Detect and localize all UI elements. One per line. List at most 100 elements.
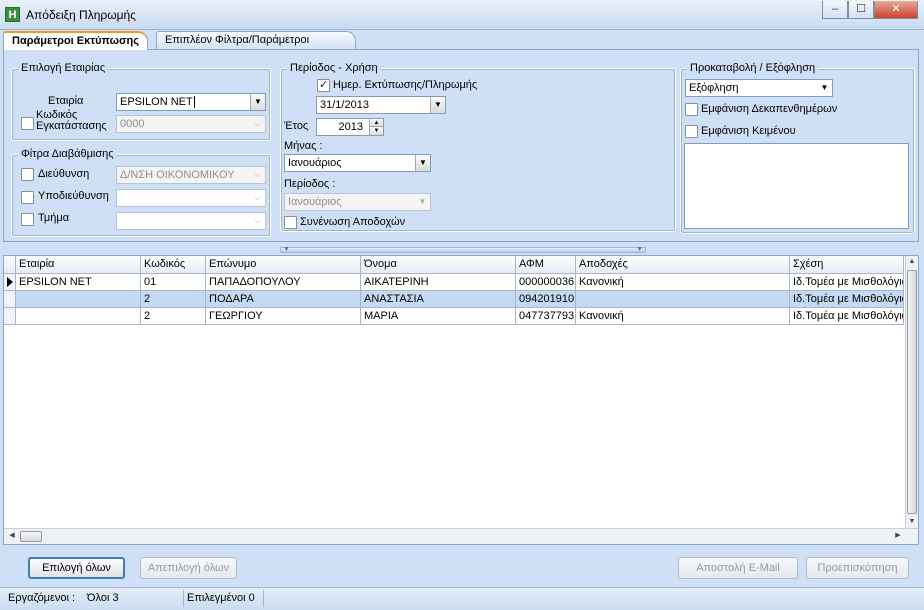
cell-code: 01: [141, 274, 206, 290]
cell-earnings: Κανονική: [576, 274, 790, 290]
print-date-checkbox[interactable]: [317, 78, 330, 92]
cell-name: ΑΝΑΣΤΑΣΙΑ: [361, 291, 516, 307]
window-controls: ‒ ☐ ✕: [822, 1, 918, 21]
chevron-down-icon[interactable]: ⌵: [250, 213, 265, 229]
hierarchy-filters-group: Φίτρα Διαβάθμισης Διεύθυνση Δ/ΝΣΗ ΟΙΚΟΝΟ…: [11, 148, 271, 237]
direction-combo[interactable]: Δ/ΝΣΗ ΟΙΚΟΝΟΜΙΚΟΥ ⌵: [116, 166, 266, 184]
window-title: Απόδειξη Πληρωμής: [26, 8, 136, 22]
chevron-down-icon[interactable]: ▼: [415, 194, 430, 210]
grid-header: Εταιρία Κωδικός Επώνυμο Όνομα ΑΦΜ Αποδοχ…: [4, 256, 904, 274]
cell-company: EPSILON NET: [16, 274, 141, 290]
chevron-down-icon[interactable]: ▼: [250, 94, 265, 110]
minimize-button[interactable]: ‒: [822, 1, 848, 19]
cell-surname: ΠΑΠΑΔΟΠΟΥΛΟΥ: [206, 274, 361, 290]
table-row[interactable]: 2 ΠΟΔΑΡΑ ΑΝΑΣΤΑΣΙΑ 094201910 Ιδ.Τομέα με…: [4, 291, 904, 308]
cell-relation: Ιδ.Τομέα με Μισθολόγιο: [790, 274, 904, 290]
cell-afm: 047737793: [516, 308, 576, 324]
hierarchy-group-title: Φίτρα Διαβάθμισης: [18, 148, 117, 160]
cell-company: [16, 308, 141, 324]
scroll-left-icon[interactable]: ◀: [6, 530, 18, 542]
table-row[interactable]: EPSILON NET 01 ΠΑΠΑΔΟΠΟΥΛΟΥ ΑΙΚΑΤΕΡΙΝΗ 0…: [4, 274, 904, 291]
install-code-checkbox[interactable]: [21, 117, 34, 130]
cell-code: 2: [141, 291, 206, 307]
direction-checkbox[interactable]: [21, 168, 34, 181]
show-fortnight-checkbox[interactable]: [685, 103, 698, 116]
month-combo[interactable]: Ιανουάριος ▼: [284, 154, 431, 172]
section-combo[interactable]: ⌵: [116, 212, 266, 230]
app-icon: H: [5, 7, 20, 22]
chevron-down-icon[interactable]: ▼: [817, 80, 832, 96]
send-email-button[interactable]: Αποστολή E-Mail: [678, 557, 798, 579]
preview-button[interactable]: Προεπισκόπηση: [806, 557, 909, 579]
tab-extra-filters[interactable]: Επιπλέον Φίλτρα/Παράμετροι: [156, 31, 356, 49]
period-group: Περίοδος - Χρήση Ημερ. Εκτύπωσης/Πληρωμή…: [280, 62, 676, 232]
tab-print-parameters[interactable]: Παράμετροι Εκτύπωσης: [3, 31, 148, 50]
cell-surname: ΠΟΔΑΡΑ: [206, 291, 361, 307]
column-header-name[interactable]: Όνομα: [361, 256, 516, 274]
spin-down-icon[interactable]: ▼: [369, 127, 383, 135]
cell-earnings: Κανονική: [576, 308, 790, 324]
direction-label: Διεύθυνση: [38, 168, 90, 180]
section-checkbox[interactable]: [21, 213, 34, 226]
payment-type-combo[interactable]: Εξόφληση ▼: [685, 79, 833, 97]
employees-grid: Εταιρία Κωδικός Επώνυμο Όνομα ΑΦΜ Αποδοχ…: [3, 255, 919, 545]
text-area[interactable]: [684, 143, 909, 229]
status-separator: [263, 590, 264, 607]
chevron-down-icon[interactable]: ▼: [430, 97, 445, 113]
scroll-right-icon[interactable]: ▶: [892, 530, 904, 542]
close-button[interactable]: ✕: [874, 1, 918, 19]
chevron-down-icon[interactable]: ⌵: [250, 190, 265, 206]
print-date-picker[interactable]: 31/1/2013 ▼: [316, 96, 446, 114]
column-header-afm[interactable]: ΑΦΜ: [516, 256, 576, 274]
chevron-down-icon[interactable]: ⌵: [250, 116, 265, 132]
column-header-earnings[interactable]: Αποδοχές: [576, 256, 790, 274]
cell-company: [16, 291, 141, 307]
column-header-relation[interactable]: Σχέση: [790, 256, 904, 274]
scroll-down-icon[interactable]: ▼: [906, 516, 918, 528]
deselect-all-button[interactable]: Απεπιλογή όλων: [140, 557, 237, 579]
cell-relation: Ιδ.Τομέα με Μισθολόγιο: [790, 291, 904, 307]
scroll-up-icon[interactable]: ▲: [906, 256, 918, 268]
year-label: Έτος: [284, 120, 309, 132]
chevron-down-icon[interactable]: ⌵: [250, 167, 265, 183]
company-combo[interactable]: EPSILON NET ▼: [116, 93, 266, 111]
period-combo[interactable]: Ιανουάριος ▼: [284, 193, 431, 211]
splitter-arrow-icon: ▼: [283, 246, 290, 253]
status-separator: [183, 590, 184, 607]
panel-splitter[interactable]: ▼ ▼: [280, 246, 646, 253]
table-row[interactable]: 2 ΓΕΩΡΓΙΟΥ ΜΑΡΙΑ 047737793 Κανονική Ιδ.Τ…: [4, 308, 904, 325]
horizontal-scroll-thumb[interactable]: [20, 531, 42, 542]
show-text-label: Εμφάνιση Κειμένου: [701, 125, 796, 137]
install-code-label: Κωδικός Εγκατάστασης: [36, 109, 107, 132]
subdirection-combo[interactable]: ⌵: [116, 189, 266, 207]
install-code-combo[interactable]: 0000 ⌵: [116, 115, 266, 133]
row-indicator: [4, 291, 16, 307]
maximize-button[interactable]: ☐: [848, 1, 874, 19]
select-all-button[interactable]: Επιλογή όλων: [28, 557, 125, 579]
row-indicator: [4, 308, 16, 324]
cell-name: ΜΑΡΙΑ: [361, 308, 516, 324]
advance-settlement-group: Προκαταβολή / Εξόφληση Εξόφληση ▼ Εμφάνι…: [680, 62, 915, 234]
subdirection-checkbox[interactable]: [21, 191, 34, 204]
column-header-code[interactable]: Κωδικός: [141, 256, 206, 274]
company-group-title: Επιλογή Εταιρίας: [18, 62, 109, 74]
spin-up-icon[interactable]: ▲: [369, 119, 383, 127]
column-header-surname[interactable]: Επώνυμο: [206, 256, 361, 274]
cell-earnings: [576, 291, 790, 307]
horizontal-scrollbar[interactable]: ◀ ▶: [4, 528, 918, 544]
direction-value: Δ/ΝΣΗ ΟΙΚΟΝΟΜΙΚΟΥ: [120, 169, 235, 181]
year-spinner[interactable]: 2013 ▲ ▼: [316, 118, 384, 136]
print-date-label: Ημερ. Εκτύπωσης/Πληρωμής: [333, 79, 478, 91]
payment-type-value: Εξόφληση: [689, 82, 739, 94]
subdirection-label: Υποδιεύθυνση: [38, 190, 109, 202]
period-group-title: Περίοδος - Χρήση: [287, 62, 381, 74]
merge-earnings-checkbox[interactable]: [284, 216, 297, 229]
company-value: EPSILON NET: [120, 96, 193, 108]
chevron-down-icon[interactable]: ▼: [415, 155, 430, 171]
company-label: Εταιρία: [48, 95, 84, 107]
show-text-checkbox[interactable]: [685, 125, 698, 138]
vertical-scroll-thumb[interactable]: [907, 270, 917, 514]
header-indicator: [4, 256, 16, 274]
vertical-scrollbar[interactable]: ▲ ▼: [905, 256, 918, 528]
column-header-company[interactable]: Εταιρία: [16, 256, 141, 274]
